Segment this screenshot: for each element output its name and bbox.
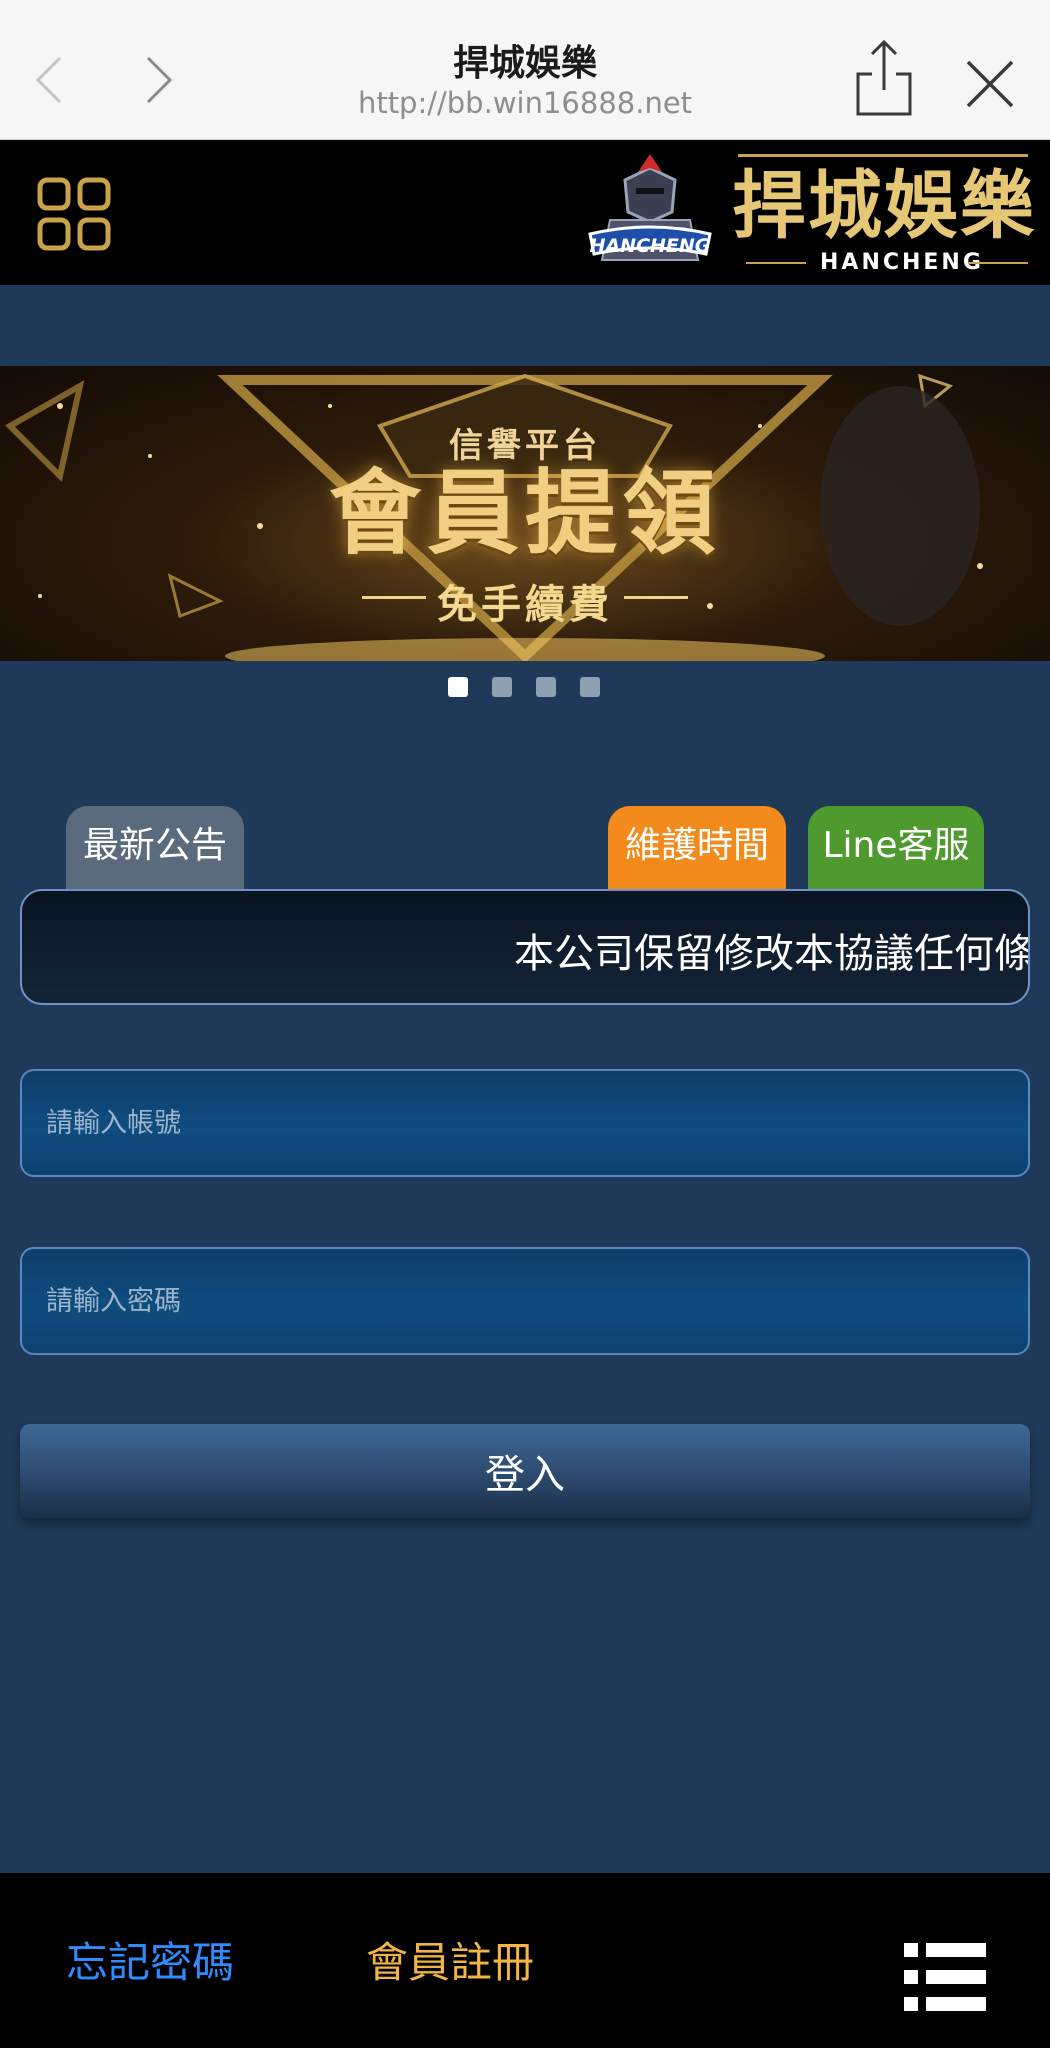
close-icon[interactable] [962,56,1018,112]
svg-text:HANCHENG: HANCHENG [590,235,711,257]
announcement-marquee: 本公司保留修改本協議任何條款 [20,889,1030,1005]
bottom-nav: 忘記密碼 會員註冊 [0,1873,1050,2048]
forgot-password-link[interactable]: 忘記密碼 [66,1929,234,1990]
grid-icon[interactable] [36,176,112,252]
logo-divider [968,262,1028,264]
site-header: HANCHENG 捍城娛樂 HANCHENG [0,140,1050,285]
carousel-dot-1[interactable] [448,677,468,697]
tab-latest-notice[interactable]: 最新公告 [66,806,244,890]
account-input[interactable] [20,1069,1030,1177]
share-icon[interactable] [852,38,916,118]
list-menu-icon[interactable] [904,1943,986,2011]
logo-english-text: HANCHENG [820,250,984,275]
banner-subline: 免手續費 [437,582,613,628]
password-input[interactable] [20,1247,1030,1355]
announcement-text: 本公司保留修改本協議任何條款 [514,931,1030,977]
carousel-dot-2[interactable] [492,677,512,697]
carousel-indicator [0,677,1050,697]
logo-divider [746,262,806,264]
logo-divider [738,154,1028,157]
tab-line-support[interactable]: Line客服 [808,806,984,890]
promo-banner[interactable]: 信譽平台 會員提領 免手續費 [0,366,1050,661]
register-link[interactable]: 會員註冊 [366,1929,534,1990]
browser-toolbar: 捍城娛樂 http://bb.win16888.net [0,0,1050,140]
banner-headline: 會員提領 [328,460,721,567]
logo-chinese-text: 捍城娛樂 [732,163,1036,249]
tab-maintenance-time[interactable]: 維護時間 [608,806,786,890]
banner-divider [624,596,688,599]
site-logo[interactable]: HANCHENG 捍城娛樂 HANCHENG [580,150,1036,278]
carousel-dot-3[interactable] [536,677,556,697]
login-button[interactable]: 登入 [20,1424,1030,1518]
knight-logo-icon: HANCHENG [580,150,720,278]
carousel-dot-4[interactable] [580,677,600,697]
